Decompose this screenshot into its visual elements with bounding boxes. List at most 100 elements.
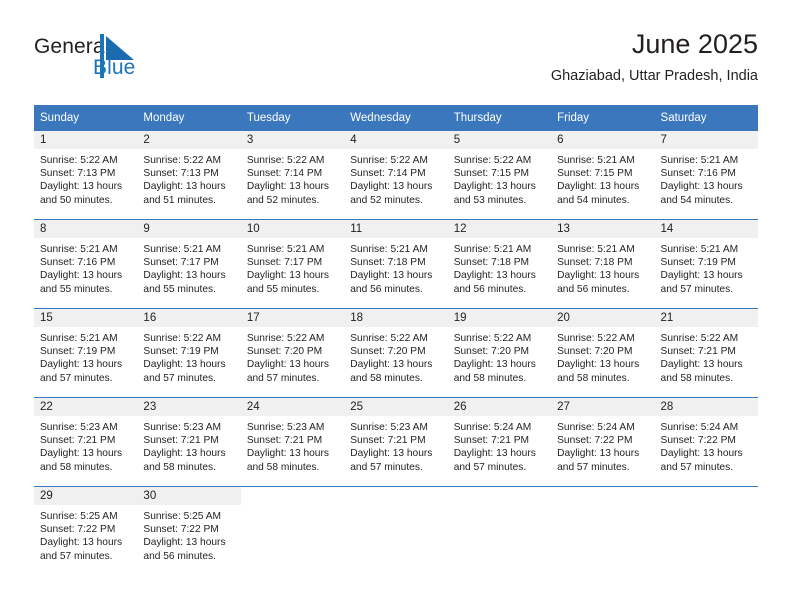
- day-info: Sunrise: 5:23 AM Sunset: 7:21 PM Dayligh…: [137, 416, 240, 474]
- daylight-text-line1: Daylight: 13 hours: [660, 270, 743, 282]
- daylight-text-line2: and 55 minutes.: [40, 283, 113, 295]
- day-cell-inner: 26 Sunrise: 5:24 AM Sunset: 7:21 PM Dayl…: [447, 398, 552, 486]
- daylight-text-line1: Daylight: 13 hours: [453, 448, 536, 460]
- weekday-header-sunday: Sunday: [34, 105, 138, 131]
- calendar-day-cell[interactable]: 29 Sunrise: 5:25 AM Sunset: 7:22 PM Dayl…: [34, 486, 138, 575]
- calendar-day-cell[interactable]: 2 Sunrise: 5:22 AM Sunset: 7:13 PM Dayli…: [137, 131, 241, 220]
- calendar-day-cell-empty: [240, 486, 345, 575]
- day-number: 15: [34, 309, 138, 327]
- calendar-day-cell[interactable]: 9 Sunrise: 5:21 AM Sunset: 7:17 PM Dayli…: [137, 219, 241, 309]
- day-cell-inner: 25 Sunrise: 5:23 AM Sunset: 7:21 PM Dayl…: [344, 398, 448, 486]
- daylight-text-line1: Daylight: 13 hours: [453, 270, 536, 282]
- calendar-day-cell[interactable]: 27 Sunrise: 5:24 AM Sunset: 7:22 PM Dayl…: [551, 397, 655, 487]
- sunset-text: Sunset: 7:22 PM: [143, 524, 219, 536]
- sunrise-text: Sunrise: 5:22 AM: [350, 333, 428, 344]
- calendar-day-cell[interactable]: 18 Sunrise: 5:22 AM Sunset: 7:20 PM Dayl…: [344, 308, 448, 398]
- calendar-day-cell[interactable]: 4 Sunrise: 5:22 AM Sunset: 7:14 PM Dayli…: [344, 131, 448, 220]
- calendar-day-cell[interactable]: 11 Sunrise: 5:21 AM Sunset: 7:18 PM Dayl…: [344, 219, 448, 309]
- calendar-table: Sunday Monday Tuesday Wednesday Thursday…: [34, 105, 758, 575]
- day-cell-inner: [654, 487, 758, 575]
- calendar-day-cell[interactable]: 25 Sunrise: 5:23 AM Sunset: 7:21 PM Dayl…: [344, 397, 448, 487]
- day-info: Sunrise: 5:21 AM Sunset: 7:16 PM Dayligh…: [655, 149, 758, 207]
- daylight-text-line1: Daylight: 13 hours: [40, 537, 123, 549]
- sunrise-text: Sunrise: 5:23 AM: [350, 422, 428, 433]
- day-info: Sunrise: 5:24 AM Sunset: 7:21 PM Dayligh…: [448, 416, 551, 474]
- calendar-day-cell[interactable]: 14 Sunrise: 5:21 AM Sunset: 7:19 PM Dayl…: [654, 219, 758, 309]
- calendar-week-row: 29 Sunrise: 5:25 AM Sunset: 7:22 PM Dayl…: [34, 486, 758, 575]
- daylight-text-line2: and 56 minutes.: [453, 283, 527, 295]
- daylight-text-line1: Daylight: 13 hours: [143, 270, 226, 282]
- daylight-text-line2: and 51 minutes.: [143, 194, 216, 206]
- day-info: Sunrise: 5:25 AM Sunset: 7:22 PM Dayligh…: [34, 505, 137, 563]
- day-info: Sunrise: 5:21 AM Sunset: 7:17 PM Dayligh…: [137, 238, 240, 296]
- calendar-day-cell[interactable]: 19 Sunrise: 5:22 AM Sunset: 7:20 PM Dayl…: [447, 308, 552, 398]
- daylight-text-line1: Daylight: 13 hours: [350, 181, 433, 193]
- calendar-day-cell[interactable]: 28 Sunrise: 5:24 AM Sunset: 7:22 PM Dayl…: [654, 397, 758, 487]
- sunset-text: Sunset: 7:19 PM: [660, 257, 736, 269]
- daylight-text-line2: and 57 minutes.: [557, 461, 630, 473]
- daylight-text-line1: Daylight: 13 hours: [557, 448, 640, 460]
- daylight-text-line2: and 58 minutes.: [557, 372, 630, 384]
- calendar-day-cell[interactable]: 8 Sunrise: 5:21 AM Sunset: 7:16 PM Dayli…: [34, 219, 138, 309]
- weekday-header-friday: Friday: [551, 105, 655, 131]
- daylight-text-line1: Daylight: 13 hours: [143, 359, 226, 371]
- brand-logo[interactable]: General Blue: [34, 32, 214, 88]
- day-cell-inner: 23 Sunrise: 5:23 AM Sunset: 7:21 PM Dayl…: [137, 398, 241, 486]
- day-info: Sunrise: 5:24 AM Sunset: 7:22 PM Dayligh…: [551, 416, 654, 474]
- sunrise-text: Sunrise: 5:21 AM: [453, 244, 532, 255]
- daylight-text-line1: Daylight: 13 hours: [143, 537, 226, 549]
- daylight-text-line1: Daylight: 13 hours: [40, 448, 123, 460]
- day-number: 30: [137, 487, 241, 505]
- sunset-text: Sunset: 7:17 PM: [246, 257, 323, 269]
- day-cell-inner: 15 Sunrise: 5:21 AM Sunset: 7:19 PM Dayl…: [34, 309, 138, 397]
- daylight-text-line2: and 55 minutes.: [246, 283, 320, 295]
- sunset-text: Sunset: 7:19 PM: [143, 346, 219, 358]
- daylight-text-line2: and 57 minutes.: [246, 372, 320, 384]
- daylight-text-line2: and 57 minutes.: [40, 372, 113, 384]
- sunset-text: Sunset: 7:20 PM: [453, 346, 530, 358]
- weekday-header-tuesday: Tuesday: [240, 105, 345, 131]
- day-info: Sunrise: 5:24 AM Sunset: 7:22 PM Dayligh…: [655, 416, 758, 474]
- calendar-day-cell[interactable]: 10 Sunrise: 5:21 AM Sunset: 7:17 PM Dayl…: [240, 219, 345, 309]
- calendar-day-cell[interactable]: 1 Sunrise: 5:22 AM Sunset: 7:13 PM Dayli…: [34, 131, 138, 220]
- calendar-day-cell[interactable]: 20 Sunrise: 5:22 AM Sunset: 7:20 PM Dayl…: [551, 308, 655, 398]
- day-number: 13: [551, 220, 655, 238]
- sunrise-text: Sunrise: 5:21 AM: [143, 244, 222, 255]
- calendar-day-cell[interactable]: 23 Sunrise: 5:23 AM Sunset: 7:21 PM Dayl…: [137, 397, 241, 487]
- daylight-text-line2: and 57 minutes.: [350, 461, 423, 473]
- daylight-text-line1: Daylight: 13 hours: [350, 359, 433, 371]
- calendar-day-cell[interactable]: 21 Sunrise: 5:22 AM Sunset: 7:21 PM Dayl…: [654, 308, 758, 398]
- day-info: Sunrise: 5:22 AM Sunset: 7:20 PM Dayligh…: [241, 327, 344, 385]
- calendar-day-cell[interactable]: 24 Sunrise: 5:23 AM Sunset: 7:21 PM Dayl…: [240, 397, 345, 487]
- page-subtitle: Ghaziabad, Uttar Pradesh, India: [550, 67, 758, 84]
- sunrise-text: Sunrise: 5:21 AM: [246, 244, 325, 255]
- day-info: Sunrise: 5:22 AM Sunset: 7:14 PM Dayligh…: [344, 149, 447, 207]
- day-number: 7: [654, 131, 758, 149]
- calendar-day-cell[interactable]: 12 Sunrise: 5:21 AM Sunset: 7:18 PM Dayl…: [447, 219, 552, 309]
- daylight-text-line1: Daylight: 13 hours: [557, 359, 640, 371]
- calendar-day-cell[interactable]: 13 Sunrise: 5:21 AM Sunset: 7:18 PM Dayl…: [551, 219, 655, 309]
- calendar-day-cell[interactable]: 6 Sunrise: 5:21 AM Sunset: 7:15 PM Dayli…: [551, 131, 655, 220]
- day-number: 27: [551, 398, 655, 416]
- calendar-day-cell[interactable]: 5 Sunrise: 5:22 AM Sunset: 7:15 PM Dayli…: [447, 131, 552, 220]
- sunrise-text: Sunrise: 5:23 AM: [143, 422, 222, 433]
- sunrise-text: Sunrise: 5:22 AM: [143, 155, 222, 166]
- calendar-day-cell[interactable]: 30 Sunrise: 5:25 AM Sunset: 7:22 PM Dayl…: [137, 486, 241, 575]
- calendar-day-cell[interactable]: 7 Sunrise: 5:21 AM Sunset: 7:16 PM Dayli…: [654, 131, 758, 220]
- day-cell-inner: 12 Sunrise: 5:21 AM Sunset: 7:18 PM Dayl…: [447, 220, 552, 308]
- calendar-day-cell[interactable]: 26 Sunrise: 5:24 AM Sunset: 7:21 PM Dayl…: [447, 397, 552, 487]
- calendar-day-cell[interactable]: 17 Sunrise: 5:22 AM Sunset: 7:20 PM Dayl…: [240, 308, 345, 398]
- calendar-week-row: 1 Sunrise: 5:22 AM Sunset: 7:13 PM Dayli…: [34, 131, 758, 220]
- calendar-day-cell[interactable]: 3 Sunrise: 5:22 AM Sunset: 7:14 PM Dayli…: [240, 131, 345, 220]
- daylight-text-line2: and 58 minutes.: [40, 461, 113, 473]
- brand-name-blue: Blue: [93, 56, 136, 79]
- calendar-day-cell[interactable]: 16 Sunrise: 5:22 AM Sunset: 7:19 PM Dayl…: [137, 308, 241, 398]
- sunrise-text: Sunrise: 5:21 AM: [350, 244, 428, 255]
- calendar-page: General Blue June 2025 Ghaziabad, Uttar …: [0, 0, 792, 612]
- day-cell-inner: [240, 487, 345, 575]
- calendar-day-cell[interactable]: 15 Sunrise: 5:21 AM Sunset: 7:19 PM Dayl…: [34, 308, 138, 398]
- sunset-text: Sunset: 7:21 PM: [40, 435, 116, 447]
- day-info: Sunrise: 5:21 AM Sunset: 7:17 PM Dayligh…: [241, 238, 344, 296]
- day-info: Sunrise: 5:22 AM Sunset: 7:13 PM Dayligh…: [34, 149, 137, 207]
- calendar-day-cell[interactable]: 22 Sunrise: 5:23 AM Sunset: 7:21 PM Dayl…: [34, 397, 138, 487]
